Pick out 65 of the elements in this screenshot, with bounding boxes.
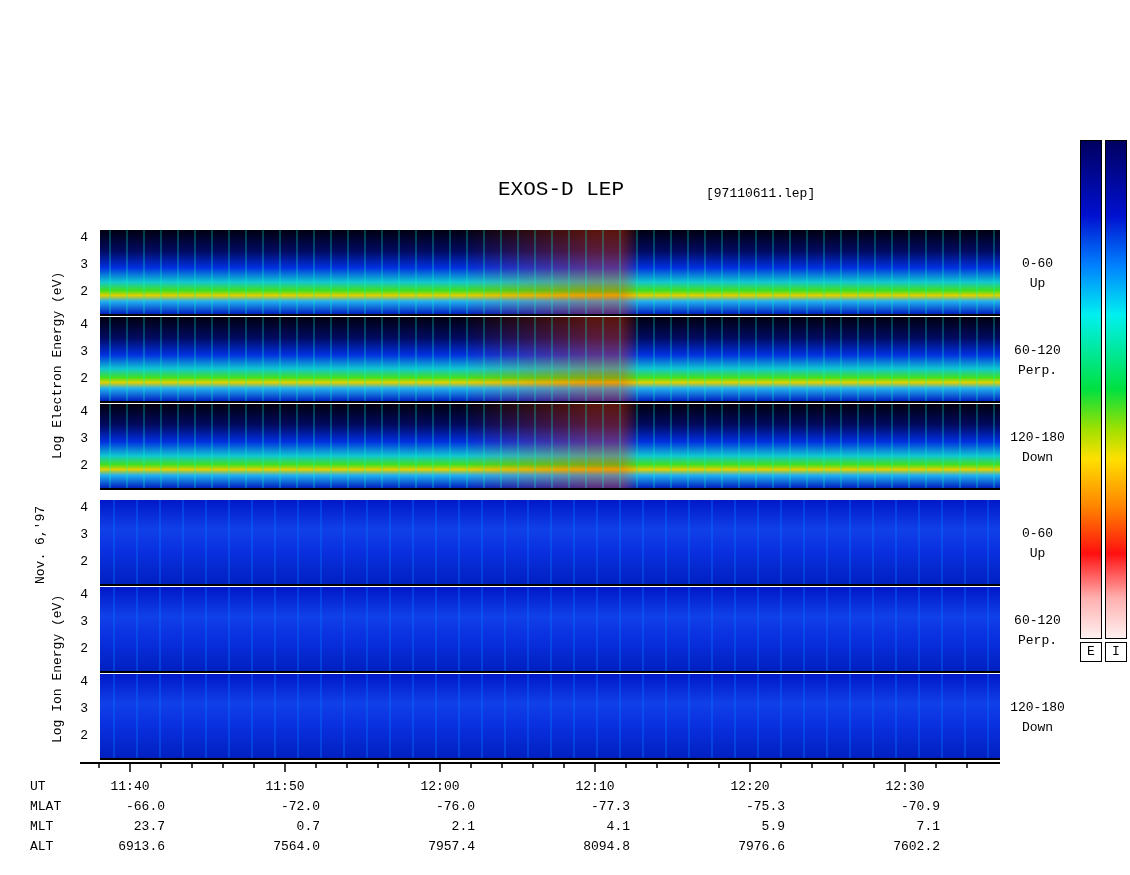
row-value: 7.1 [915, 819, 940, 834]
row-value: 23.7 [132, 819, 165, 834]
y-tick-label: 4 [80, 500, 89, 517]
color-scale-label: I [1105, 642, 1127, 662]
date-label: Nov. 6,'97 [33, 505, 48, 586]
row-value: 2.1 [450, 819, 475, 834]
row-value: 8094.8 [582, 839, 630, 854]
row-label: ALT [30, 839, 54, 854]
y-tick-label: 4 [80, 317, 89, 334]
y-tick-label: 3 [80, 344, 89, 361]
row-value: 7957.4 [427, 839, 475, 854]
row-value: 6913.6 [117, 839, 165, 854]
time-tick-label: 12:10 [574, 779, 616, 794]
row-value: -72.0 [280, 799, 320, 814]
y-tick-label: 3 [80, 614, 89, 631]
axis-label: Log Electron Energy (eV) [50, 270, 65, 461]
row-value: -76.0 [435, 799, 475, 814]
time-tick-label: 11:50 [264, 779, 306, 794]
y-tick-label: 4 [80, 404, 89, 421]
row-value: 0.7 [295, 819, 320, 834]
axis-label: Log Ion Energy (eV) [50, 593, 65, 745]
time-tick-label: 12:20 [729, 779, 771, 794]
y-tick-label: 4 [80, 674, 89, 691]
row-value: -70.9 [900, 799, 940, 814]
row-label: UT [30, 779, 46, 794]
direction-label: Down [1021, 448, 1054, 467]
direction-label: Up [1029, 544, 1046, 563]
y-tick-label: 3 [80, 257, 89, 274]
row-value: 4.1 [605, 819, 630, 834]
row-label: MLAT [30, 799, 62, 814]
y-tick-label: 4 [80, 587, 89, 604]
y-tick-label: 2 [80, 641, 89, 658]
angle-range-label: 60-120 [1014, 611, 1061, 630]
row-value: 5.9 [760, 819, 785, 834]
angle-range-label: 120-180 [1010, 698, 1065, 717]
plot-title: EXOS-D LEP [498, 178, 625, 201]
time-tick-label: 11:40 [109, 779, 151, 794]
time-tick-label: 12:00 [419, 779, 461, 794]
row-value: -77.3 [590, 799, 630, 814]
direction-label: Down [1021, 718, 1054, 737]
y-tick-label: 2 [80, 284, 89, 301]
angle-range-label: 0-60 [1021, 524, 1054, 543]
time-tick-label: 12:30 [884, 779, 926, 794]
direction-label: Perp. [1018, 361, 1057, 380]
row-value: 7976.6 [737, 839, 785, 854]
angle-range-label: 60-120 [1014, 341, 1061, 360]
row-value: 7564.0 [272, 839, 320, 854]
angle-range-label: 120-180 [1010, 428, 1065, 447]
row-label: MLT [30, 819, 54, 834]
direction-label: Perp. [1018, 631, 1057, 650]
row-value: -66.0 [125, 799, 165, 814]
y-tick-label: 2 [80, 371, 89, 388]
file-name: [97110611.lep] [706, 186, 816, 201]
y-tick-label: 3 [80, 701, 89, 718]
y-tick-label: 2 [80, 554, 89, 571]
row-value: 7602.2 [892, 839, 940, 854]
y-tick-label: 4 [80, 230, 89, 247]
y-tick-label: 2 [80, 458, 89, 475]
angle-range-label: 0-60 [1021, 254, 1054, 273]
row-value: -75.3 [745, 799, 785, 814]
y-tick-label: 3 [80, 431, 89, 448]
direction-label: Up [1029, 274, 1046, 293]
y-tick-label: 3 [80, 527, 89, 544]
color-scale-label: E [1080, 642, 1102, 662]
y-tick-label: 2 [80, 728, 89, 745]
